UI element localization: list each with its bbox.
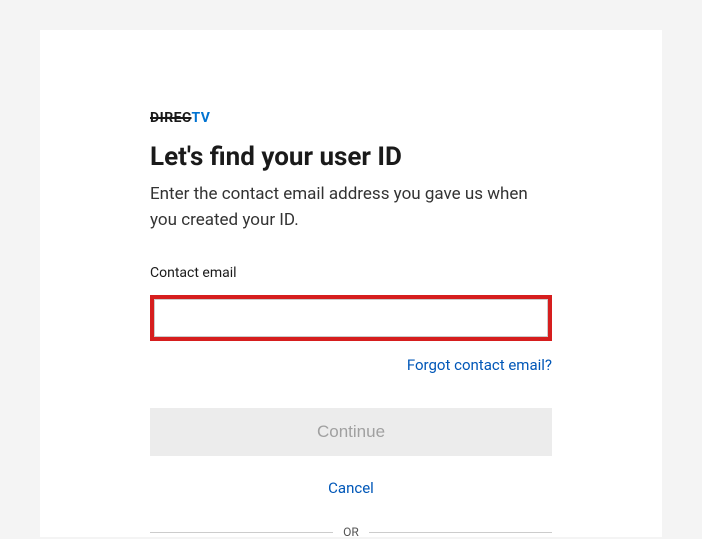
login-card: DIRECTV Let's find your user ID Enter th… (40, 30, 662, 537)
cancel-link[interactable]: Cancel (328, 479, 374, 497)
page-subtitle: Enter the contact email address you gave… (150, 182, 552, 233)
divider-line-right (369, 532, 552, 533)
email-label: Contact email (150, 265, 552, 281)
forgot-link-row: Forgot contact email? (150, 355, 552, 374)
email-input[interactable] (154, 299, 548, 337)
continue-button[interactable]: Continue (150, 408, 552, 456)
email-input-highlight (150, 295, 552, 341)
divider-line-left (150, 532, 333, 533)
cancel-row: Cancel (150, 478, 552, 497)
directv-logo: DIRECTV (150, 110, 552, 126)
page-title: Let's find your user ID (150, 142, 552, 172)
logo-part-tv: TV (192, 110, 211, 126)
forgot-contact-email-link[interactable]: Forgot contact email? (407, 356, 552, 374)
logo-part-direc: DIREC (150, 110, 192, 126)
